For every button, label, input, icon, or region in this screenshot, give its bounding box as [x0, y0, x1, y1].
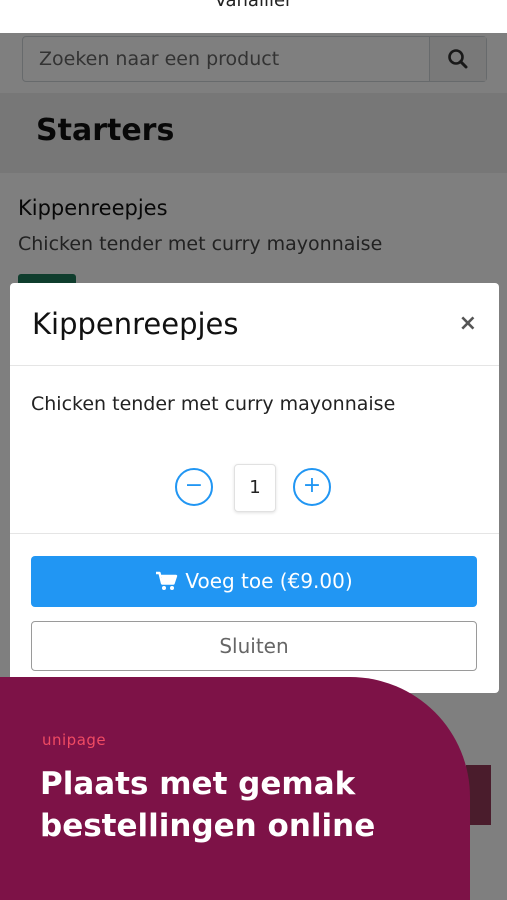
increase-quantity-button[interactable]: +	[293, 468, 331, 506]
top-bar: Vanallier	[0, 0, 507, 33]
modal-divider	[10, 533, 499, 534]
restaurant-title: Vanallier	[214, 0, 293, 11]
product-modal: Kippenreepjes × Chicken tender met curry…	[10, 283, 499, 693]
modal-title: Kippenreepjes	[32, 307, 239, 341]
decrease-quantity-button[interactable]: −	[175, 468, 213, 506]
quantity-stepper: − 1 +	[10, 463, 499, 513]
modal-description: Chicken tender met curry mayonnaise	[31, 393, 396, 415]
promo-headline: Plaats met gemak bestellingen online	[40, 766, 376, 844]
unipage-logo: unipage	[42, 731, 107, 749]
close-button[interactable]: Sluiten	[31, 621, 477, 671]
add-to-cart-label: Voeg toe (€9.00)	[185, 569, 353, 593]
promo-banner: unipage Plaats met gemak bestellingen on…	[0, 677, 470, 900]
add-to-cart-button[interactable]: Voeg toe (€9.00)	[31, 556, 477, 607]
modal-header: Kippenreepjes ×	[10, 283, 499, 366]
quantity-field[interactable]: 1	[234, 464, 276, 512]
cart-icon	[156, 571, 178, 590]
close-icon[interactable]: ×	[459, 311, 477, 336]
